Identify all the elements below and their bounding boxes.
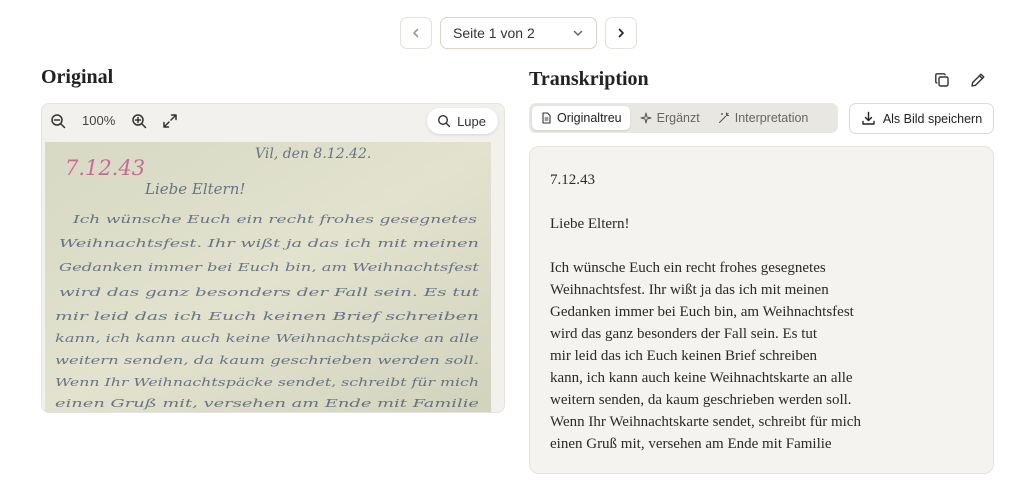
pager: Seite 1 von 2 xyxy=(400,17,637,49)
letter-line: Weihnachtsfest. Ihr wißt ja das ich mit … xyxy=(59,236,479,250)
chevron-down-icon xyxy=(573,30,583,36)
download-icon xyxy=(862,111,875,125)
viewer-toolbar: 100% Lupe xyxy=(42,104,504,138)
letter-line: mir leid das ich Euch keinen Brief schre… xyxy=(55,309,479,323)
letter-line: Liebe Eltern! xyxy=(144,180,245,198)
chevron-right-icon xyxy=(618,28,624,38)
transcription-line: Weihnachtsfest. Ihr wißt ja das ich mit … xyxy=(550,282,829,298)
zoom-out-button[interactable] xyxy=(48,111,68,131)
page-select-label: Seite 1 von 2 xyxy=(453,25,535,41)
transcription-heading: Transkription xyxy=(529,68,649,90)
transcription-line: kann, ich kann auch keine Weihnachtskart… xyxy=(550,370,853,386)
transcription-body: Ich wünsche Euch ein recht frohes gesegn… xyxy=(550,257,973,455)
next-page-button[interactable] xyxy=(605,17,637,49)
transcription-line: weitern senden, da kaum geschrieben werd… xyxy=(550,392,852,408)
save-as-image-label: Als Bild speichern xyxy=(882,111,983,126)
copy-button[interactable] xyxy=(932,70,952,90)
zoom-level: 100% xyxy=(82,113,116,128)
transcription-line: Gedanken immer bei Euch bin, am Weihnach… xyxy=(550,304,854,320)
letter-line: Gedanken immer bei Euch bin, am Weihnach… xyxy=(59,260,480,274)
letter-line: Vil, den 8.12.42. xyxy=(255,146,371,162)
letter-line: Wenn Ihr Weihnachtspäcke sendet, schreib… xyxy=(55,375,479,389)
tab-interpretation[interactable]: Interpretation xyxy=(710,106,817,130)
expand-icon xyxy=(163,114,177,128)
transcription-mode-tabs: Originaltreu Ergänzt Interpretation xyxy=(529,103,838,133)
page-select[interactable]: Seite 1 von 2 xyxy=(440,17,597,49)
tab-originaltreu[interactable]: Originaltreu xyxy=(532,106,630,130)
document-icon xyxy=(542,112,551,124)
zoom-in-button[interactable] xyxy=(129,111,149,131)
search-icon xyxy=(438,114,451,128)
prev-page-button[interactable] xyxy=(400,17,432,49)
tab-label: Ergänzt xyxy=(656,111,700,125)
transcription-line: einen Gruß mit, versehen am Ende mit Fam… xyxy=(550,436,832,452)
zoom-in-icon xyxy=(132,114,147,129)
letter-line: wird das ganz besonders der Fall sein. E… xyxy=(59,285,480,299)
image-viewer: 100% Lupe Vil, den 8.12.42. 7.12.43 Lieb… xyxy=(41,103,505,413)
edit-button[interactable] xyxy=(968,70,988,90)
transcription-date: 7.12.43 xyxy=(550,172,595,188)
save-as-image-button[interactable]: Als Bild speichern xyxy=(849,103,994,134)
tab-ergaenzt[interactable]: Ergänzt xyxy=(632,106,708,130)
chevron-left-icon xyxy=(413,28,419,38)
copy-icon xyxy=(935,73,949,87)
tab-label: Originaltreu xyxy=(557,111,622,125)
fullscreen-button[interactable] xyxy=(160,111,180,131)
letter-line: kann, ich kann auch keine Weihnachtspäck… xyxy=(55,331,479,345)
pencil-icon xyxy=(971,73,985,87)
magnifier-button[interactable]: Lupe xyxy=(427,108,498,134)
letter-line: einen Gruß mit, versehen am Ende mit Fam… xyxy=(55,396,479,410)
transcription-line: Ich wünsche Euch ein recht frohes gesegn… xyxy=(550,260,826,276)
transcription-line: wird das ganz besonders der Fall sein. E… xyxy=(550,326,818,342)
magnifier-label: Lupe xyxy=(457,113,486,129)
letter-line: Ich wünsche Euch ein recht frohes gesegn… xyxy=(72,212,478,226)
tab-label: Interpretation xyxy=(734,111,809,125)
letter-line: weitern senden, da kaum geschrieben werd… xyxy=(55,353,479,367)
transcription-line: Wenn Ihr Weihnachtskarte sendet, schreib… xyxy=(550,414,861,430)
original-heading: Original xyxy=(41,66,114,88)
transcription-text: 7.12.43 Liebe Eltern! Ich wünsche Euch e… xyxy=(529,146,994,474)
handwritten-letter-image: Vil, den 8.12.42. 7.12.43 Liebe Eltern! … xyxy=(45,142,491,412)
magic-wand-icon xyxy=(718,112,729,124)
zoom-out-icon xyxy=(51,114,66,129)
letter-line: 7.12.43 xyxy=(65,156,145,180)
transcription-line: mir leid das ich Euch keinen Brief schre… xyxy=(550,348,817,364)
sparkle-icon xyxy=(640,112,652,124)
transcription-greeting: Liebe Eltern! xyxy=(550,216,630,232)
